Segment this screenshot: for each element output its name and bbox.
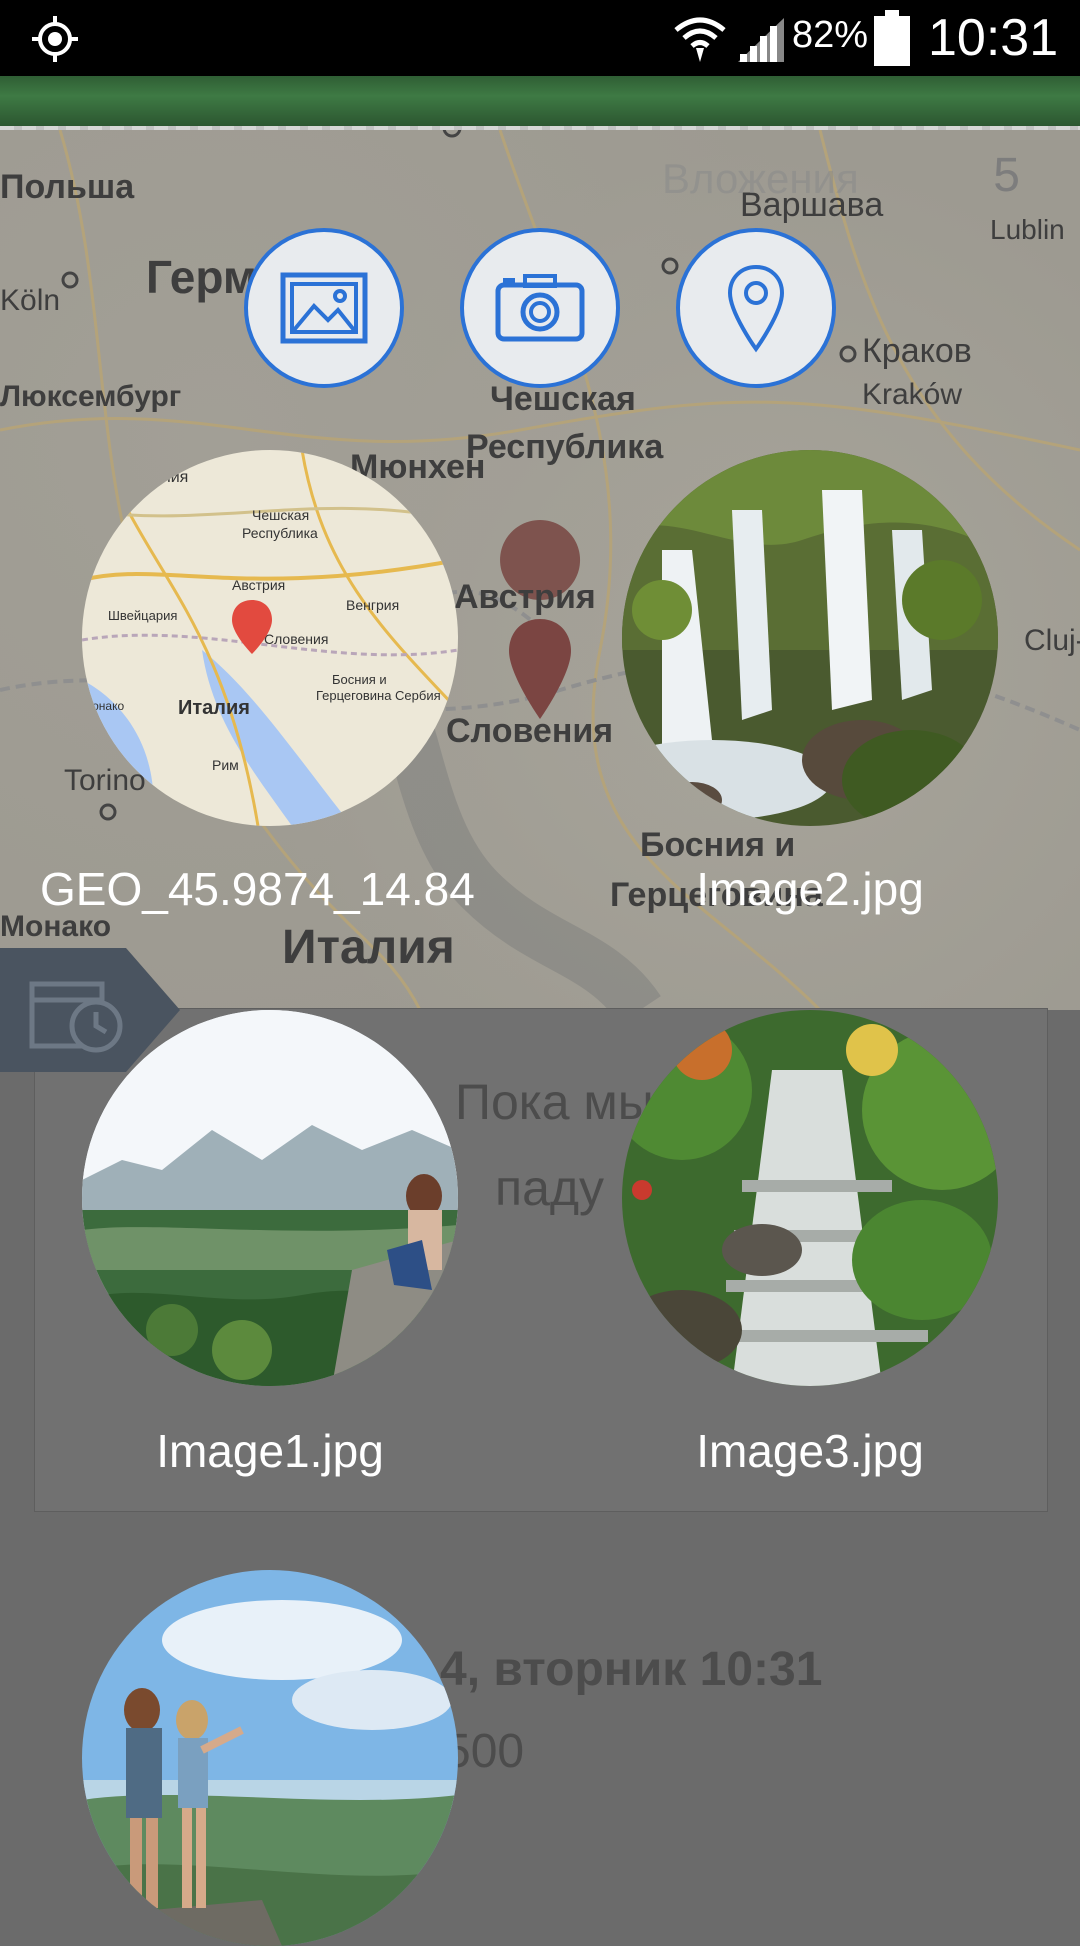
calendar-clock-icon: [29, 981, 123, 1053]
status-bar: 82% 10:31: [0, 0, 1080, 76]
gps-icon: [32, 16, 78, 62]
map-label: Köln: [0, 284, 61, 317]
svg-text:Австрия: Австрия: [232, 577, 285, 593]
map-label: Torino: [64, 764, 146, 797]
attachments-title: Вложения: [662, 155, 859, 202]
waterfall-thumbnail-image: [622, 450, 998, 826]
svg-text:Герцеговина Сербия: Герцеговина Сербия: [316, 688, 441, 703]
location-pin-icon: [727, 264, 785, 353]
cascade-thumbnail-image: [622, 1010, 998, 1386]
mountain-view-thumbnail-image: [82, 1010, 458, 1386]
map-label: Люксембург: [0, 380, 182, 413]
battery-percent: 82%: [792, 14, 869, 56]
svg-text:Словения: Словения: [264, 631, 328, 647]
map-label: Kraków: [862, 378, 963, 411]
map-label: Польша: [0, 168, 135, 206]
map-label: Lublin: [990, 214, 1065, 245]
attachment-thumbnail-map[interactable]: мания Чешская Республика Австрия Венгрия…: [82, 450, 458, 826]
svg-text:Босния и: Босния и: [332, 672, 387, 687]
camera-icon: [495, 274, 585, 342]
attachment-label: Image2.jpg: [696, 863, 924, 915]
attachment-thumbnail-image2[interactable]: [622, 450, 998, 826]
attachment-thumbnail-image1[interactable]: [82, 1010, 458, 1386]
add-image-button[interactable]: [244, 228, 404, 388]
svg-text:Венгрия: Венгрия: [346, 597, 399, 613]
note-date: 4, вторник 10:31: [440, 1643, 823, 1696]
attachment-thumbnail-image3[interactable]: [622, 1010, 998, 1386]
map-label: Чешская: [490, 380, 636, 418]
take-photo-button[interactable]: [460, 228, 620, 388]
attachment-thumbnail-image4[interactable]: [82, 1570, 458, 1946]
wifi-icon: [674, 17, 726, 62]
svg-text:Швейцария: Швейцария: [108, 608, 177, 623]
map-label: Словения: [446, 712, 614, 750]
signal-icon: [738, 18, 784, 62]
map-label: Республика: [466, 428, 664, 466]
svg-text:Рим: Рим: [212, 757, 239, 773]
attachment-label: Image1.jpg: [156, 1425, 384, 1477]
attachments-count: 5: [993, 149, 1020, 202]
map-label: Краков: [862, 332, 972, 370]
attachment-label: Image3.jpg: [696, 1425, 924, 1477]
background-map-pin-icon: [509, 619, 571, 719]
add-location-button[interactable]: [676, 228, 836, 388]
map-label: Австрия: [454, 578, 596, 616]
battery-icon: [874, 10, 910, 66]
gallery-icon: [280, 272, 368, 344]
map-label: Босния и: [640, 826, 796, 864]
clock: 10:31: [928, 9, 1059, 67]
map-label: Cluj-Na: [1024, 624, 1080, 657]
couple-view-thumbnail-image: [82, 1570, 458, 1946]
attachment-label: GEO_45.9874_14.84: [40, 863, 475, 915]
map-label: Италия: [282, 921, 455, 974]
svg-text:Республика: Республика: [242, 525, 318, 541]
map-thumbnail-image: мания Чешская Республика Австрия Венгрия…: [82, 450, 458, 826]
svg-text:Чешская: Чешская: [252, 507, 309, 523]
header-strip: [0, 76, 1080, 134]
svg-text:Италия: Италия: [178, 697, 250, 719]
